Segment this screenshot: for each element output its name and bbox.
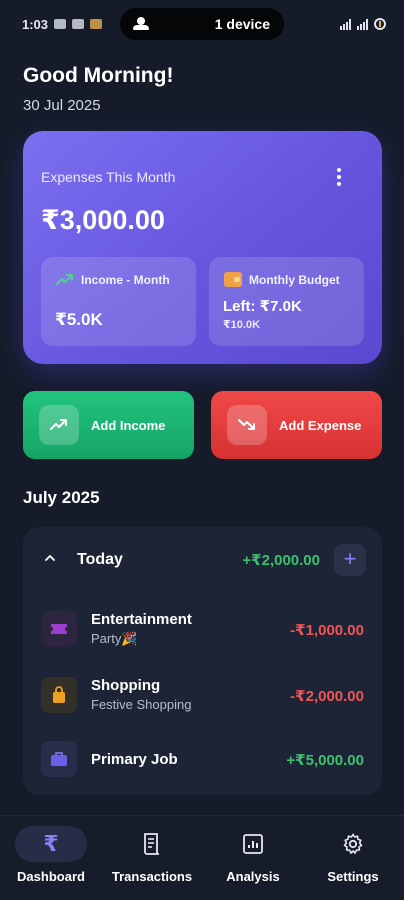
wallet-icon: [224, 272, 242, 288]
transaction-name: Shopping: [91, 677, 161, 694]
budget-left-value: Left: ₹7.0K: [223, 298, 302, 315]
transaction-note: Party🎉: [91, 631, 138, 646]
signal-icon-2: [357, 18, 368, 30]
expenses-card: Expenses This Month ₹3,000.00 Income - M…: [23, 131, 382, 364]
nav-analysis[interactable]: Analysis: [203, 826, 303, 896]
add-expense-label: Add Expense: [279, 417, 362, 433]
add-expense-button[interactable]: Add Expense: [211, 391, 382, 459]
income-month-card[interactable]: Income - Month ₹5.0K: [41, 257, 196, 346]
nav-analysis-label: Analysis: [226, 869, 280, 884]
app-notification-icon: [90, 19, 103, 29]
trending-up-icon: [56, 274, 73, 285]
battery-icon: [374, 18, 386, 30]
add-income-button[interactable]: Add Income: [23, 391, 194, 459]
briefcase-icon: [41, 741, 77, 777]
gear-icon: [317, 826, 389, 862]
device-pill[interactable]: 1 device: [120, 8, 284, 40]
add-transaction-button[interactable]: +: [334, 544, 366, 576]
signal-icon: [340, 18, 351, 30]
month-title: July 2025: [23, 488, 100, 507]
nav-settings-label: Settings: [327, 869, 379, 884]
income-month-label: Income - Month: [81, 273, 170, 287]
list-item[interactable]: Primary Job +₹5,000.00: [23, 737, 382, 793]
chart-icon: [217, 826, 289, 862]
transaction-name: Entertainment: [91, 611, 192, 628]
transaction-amount: +₹5,000.00: [286, 752, 364, 769]
today-label: Today: [77, 551, 123, 568]
device-pill-label: 1 device: [214, 16, 270, 32]
greeting-title: Good Morning!: [23, 64, 174, 87]
receipt-icon: [116, 826, 188, 862]
transaction-note: Festive Shopping: [91, 697, 192, 712]
today-group-header[interactable]: Today +₹2,000.00 +: [23, 527, 382, 593]
status-time: 1:03: [22, 16, 49, 32]
income-month-value: ₹5.0K: [55, 310, 103, 329]
more-options-icon[interactable]: [332, 167, 346, 187]
list-item[interactable]: Shopping Festive Shopping -₹2,000.00: [23, 671, 382, 727]
status-right: [340, 18, 386, 30]
budget-total-value: ₹10.0K: [223, 319, 261, 331]
shopping-bag-icon: [41, 677, 77, 713]
nav-dashboard[interactable]: ₹ Dashboard: [1, 826, 101, 896]
bottom-navigation: ₹ Dashboard Transactions Analysis Settin…: [0, 815, 404, 900]
status-left: 1:03: [22, 16, 103, 32]
chevron-up-icon[interactable]: [45, 553, 55, 563]
transaction-amount: -₹2,000.00: [290, 688, 364, 705]
nav-transactions[interactable]: Transactions: [102, 826, 202, 896]
trending-up-icon: [39, 405, 79, 445]
monthly-budget-label: Monthly Budget: [249, 273, 340, 287]
nav-transactions-label: Transactions: [111, 869, 193, 884]
add-income-label: Add Income: [91, 417, 166, 433]
mail-icon: [72, 19, 85, 29]
list-item[interactable]: Entertainment Party🎉 -₹1,000.00: [23, 603, 382, 659]
transactions-card: Today +₹2,000.00 + Entertainment Party🎉 …: [23, 527, 382, 795]
current-date: 30 Jul 2025: [23, 97, 101, 114]
nav-settings[interactable]: Settings: [303, 826, 403, 896]
game-controller-icon: [54, 19, 67, 29]
nav-dashboard-label: Dashboard: [17, 869, 85, 884]
ticket-icon: [41, 611, 77, 647]
transaction-amount: -₹1,000.00: [290, 622, 364, 639]
transaction-name: Primary Job: [91, 751, 178, 768]
today-total: +₹2,000.00: [242, 552, 320, 569]
trending-down-icon: [227, 405, 267, 445]
user-icon: [132, 17, 150, 31]
rupee-icon: ₹: [15, 826, 87, 862]
expenses-amount: ₹3,000.00: [41, 205, 165, 235]
monthly-budget-card[interactable]: Monthly Budget Left: ₹7.0K ₹10.0K: [209, 257, 364, 346]
expenses-title: Expenses This Month: [41, 169, 176, 185]
